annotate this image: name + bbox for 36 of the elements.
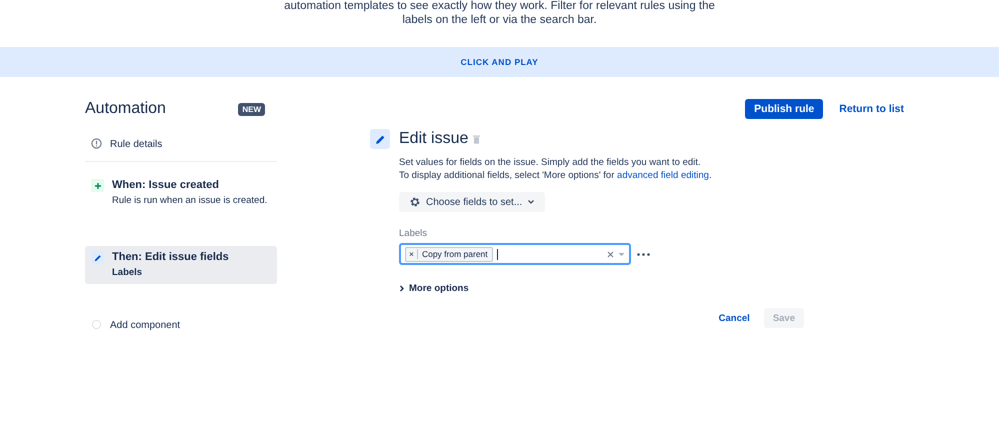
field-label: Labels [399, 228, 428, 239]
rule-step[interactable]: Then: Edit issue fields Labels [85, 246, 277, 284]
pencil-icon [91, 251, 104, 264]
publish-button[interactable]: Publish rule [745, 99, 824, 119]
editor-title: Edit issue [399, 130, 468, 148]
description-text: To display additional fields, select 'More options' for [399, 169, 616, 182]
choose-fields-button[interactable]: Choose fields to set... [399, 192, 546, 212]
sidebar-title: Automation [85, 100, 166, 118]
tag-label: Copy from parent [420, 249, 489, 259]
description-text: Set values for fields on the issue. Simply add the fields you want to edit. [399, 156, 702, 169]
return-link[interactable]: Return to list [839, 103, 904, 115]
new-badge: NEW [238, 102, 265, 116]
text-cursor [496, 248, 498, 260]
remove-tag-button[interactable]: × [406, 249, 418, 259]
step-subtitle: Labels [112, 266, 144, 279]
intro-text: labels on the left or via the search bar. [402, 13, 597, 27]
more-icon[interactable] [637, 252, 650, 256]
labels-field[interactable]: × Copy from parent [399, 243, 631, 265]
intro-text: automation templates to see exactly how they work. Filter for relevant rules using the [284, 0, 715, 13]
chevron-down-icon [527, 199, 536, 205]
banner-text: CLICK AND PLAY [460, 57, 538, 67]
plus-icon [91, 179, 104, 192]
settings-icon [409, 196, 421, 208]
period-text: . [708, 169, 712, 182]
step-title: Add component [110, 319, 180, 332]
info-icon [91, 138, 102, 149]
more-options-toggle[interactable]: More options [399, 283, 469, 294]
chevron-right-icon [399, 285, 405, 292]
step-title: When: Issue created [112, 179, 220, 192]
step-title: Rule details [110, 138, 162, 151]
circle-icon [91, 319, 102, 330]
advanced-editing-link[interactable]: advanced field editing [617, 169, 709, 182]
cancel-button[interactable]: Cancel [712, 308, 756, 328]
clear-icon[interactable] [607, 250, 614, 258]
step-subtitle: Rule is run when an issue is created. [112, 194, 268, 207]
step-title: Then: Edit issue fields [112, 251, 229, 264]
